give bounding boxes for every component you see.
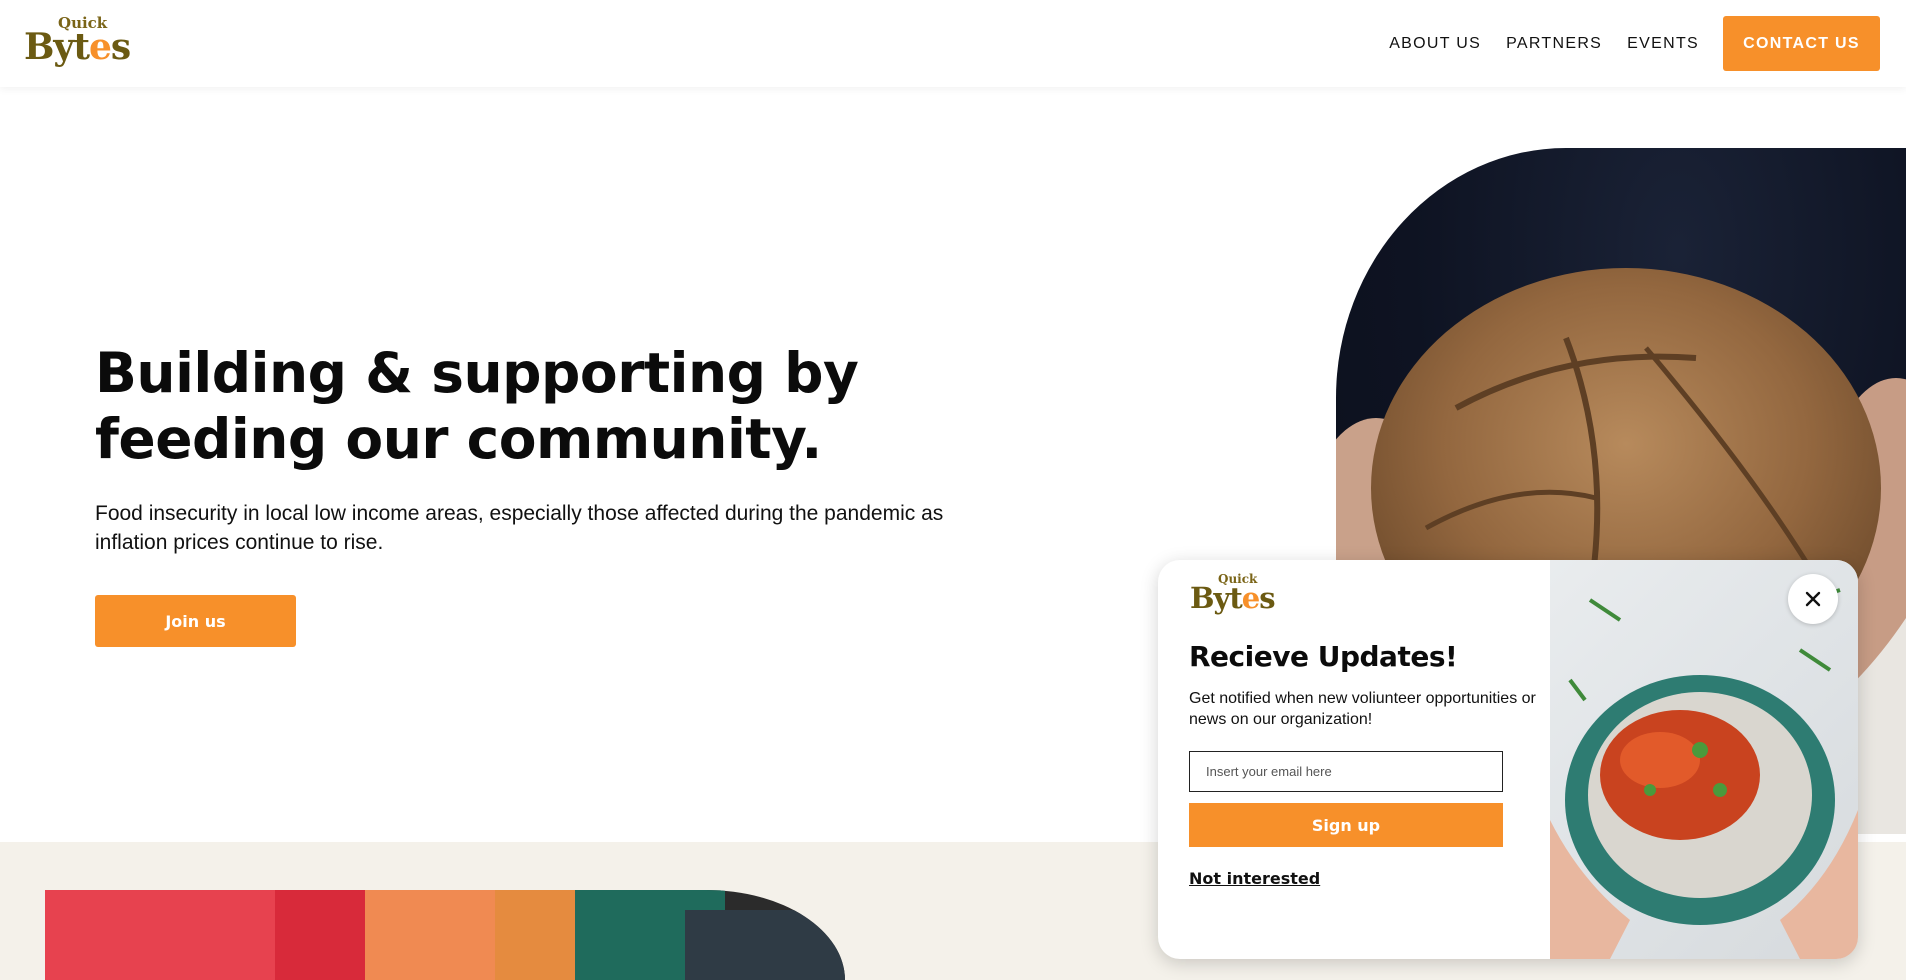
email-input[interactable] [1189,751,1503,792]
hero-title-line-1: Building & supporting by [95,341,859,405]
nav-events[interactable]: EVENTS [1627,35,1699,53]
newsletter-popup: Quick Bytes Recieve Updates! Get notifie… [1158,560,1858,959]
site-header: Quick Bytes ABOUT US PARTNERS EVENTS CON… [0,0,1906,87]
popup-description: Get notified when new voliunteer opportu… [1189,690,1536,728]
hero-subtitle: Food insecurity in local low income area… [95,502,944,554]
quick-bytes-logo[interactable]: Quick Bytes [24,14,148,66]
contact-us-button[interactable]: CONTACT US [1723,16,1880,71]
not-interested-link[interactable]: Not interested [1189,869,1320,888]
close-icon [1805,591,1821,607]
knitted-sweaters-photo [45,890,845,980]
popup-logo-main-text: Bytes [1190,581,1276,615]
nav-about-us[interactable]: ABOUT US [1389,35,1481,53]
popup-logo: Quick Bytes [1190,572,1290,616]
sweaters-illustration [45,890,845,980]
sign-up-button[interactable]: Sign up [1189,803,1503,847]
close-popup-button[interactable] [1788,574,1838,624]
hero-title-line-2: feeding our community. [95,407,822,471]
hero-title: Building & supporting by feeding our com… [95,340,995,472]
main-nav: ABOUT US PARTNERS EVENTS CONTACT US [1364,16,1880,71]
join-us-button[interactable]: Join us [95,595,296,647]
popup-title: Recieve Updates! [1189,640,1458,673]
nav-partners[interactable]: PARTNERS [1506,35,1602,53]
logo-main-text: Bytes [24,26,131,68]
